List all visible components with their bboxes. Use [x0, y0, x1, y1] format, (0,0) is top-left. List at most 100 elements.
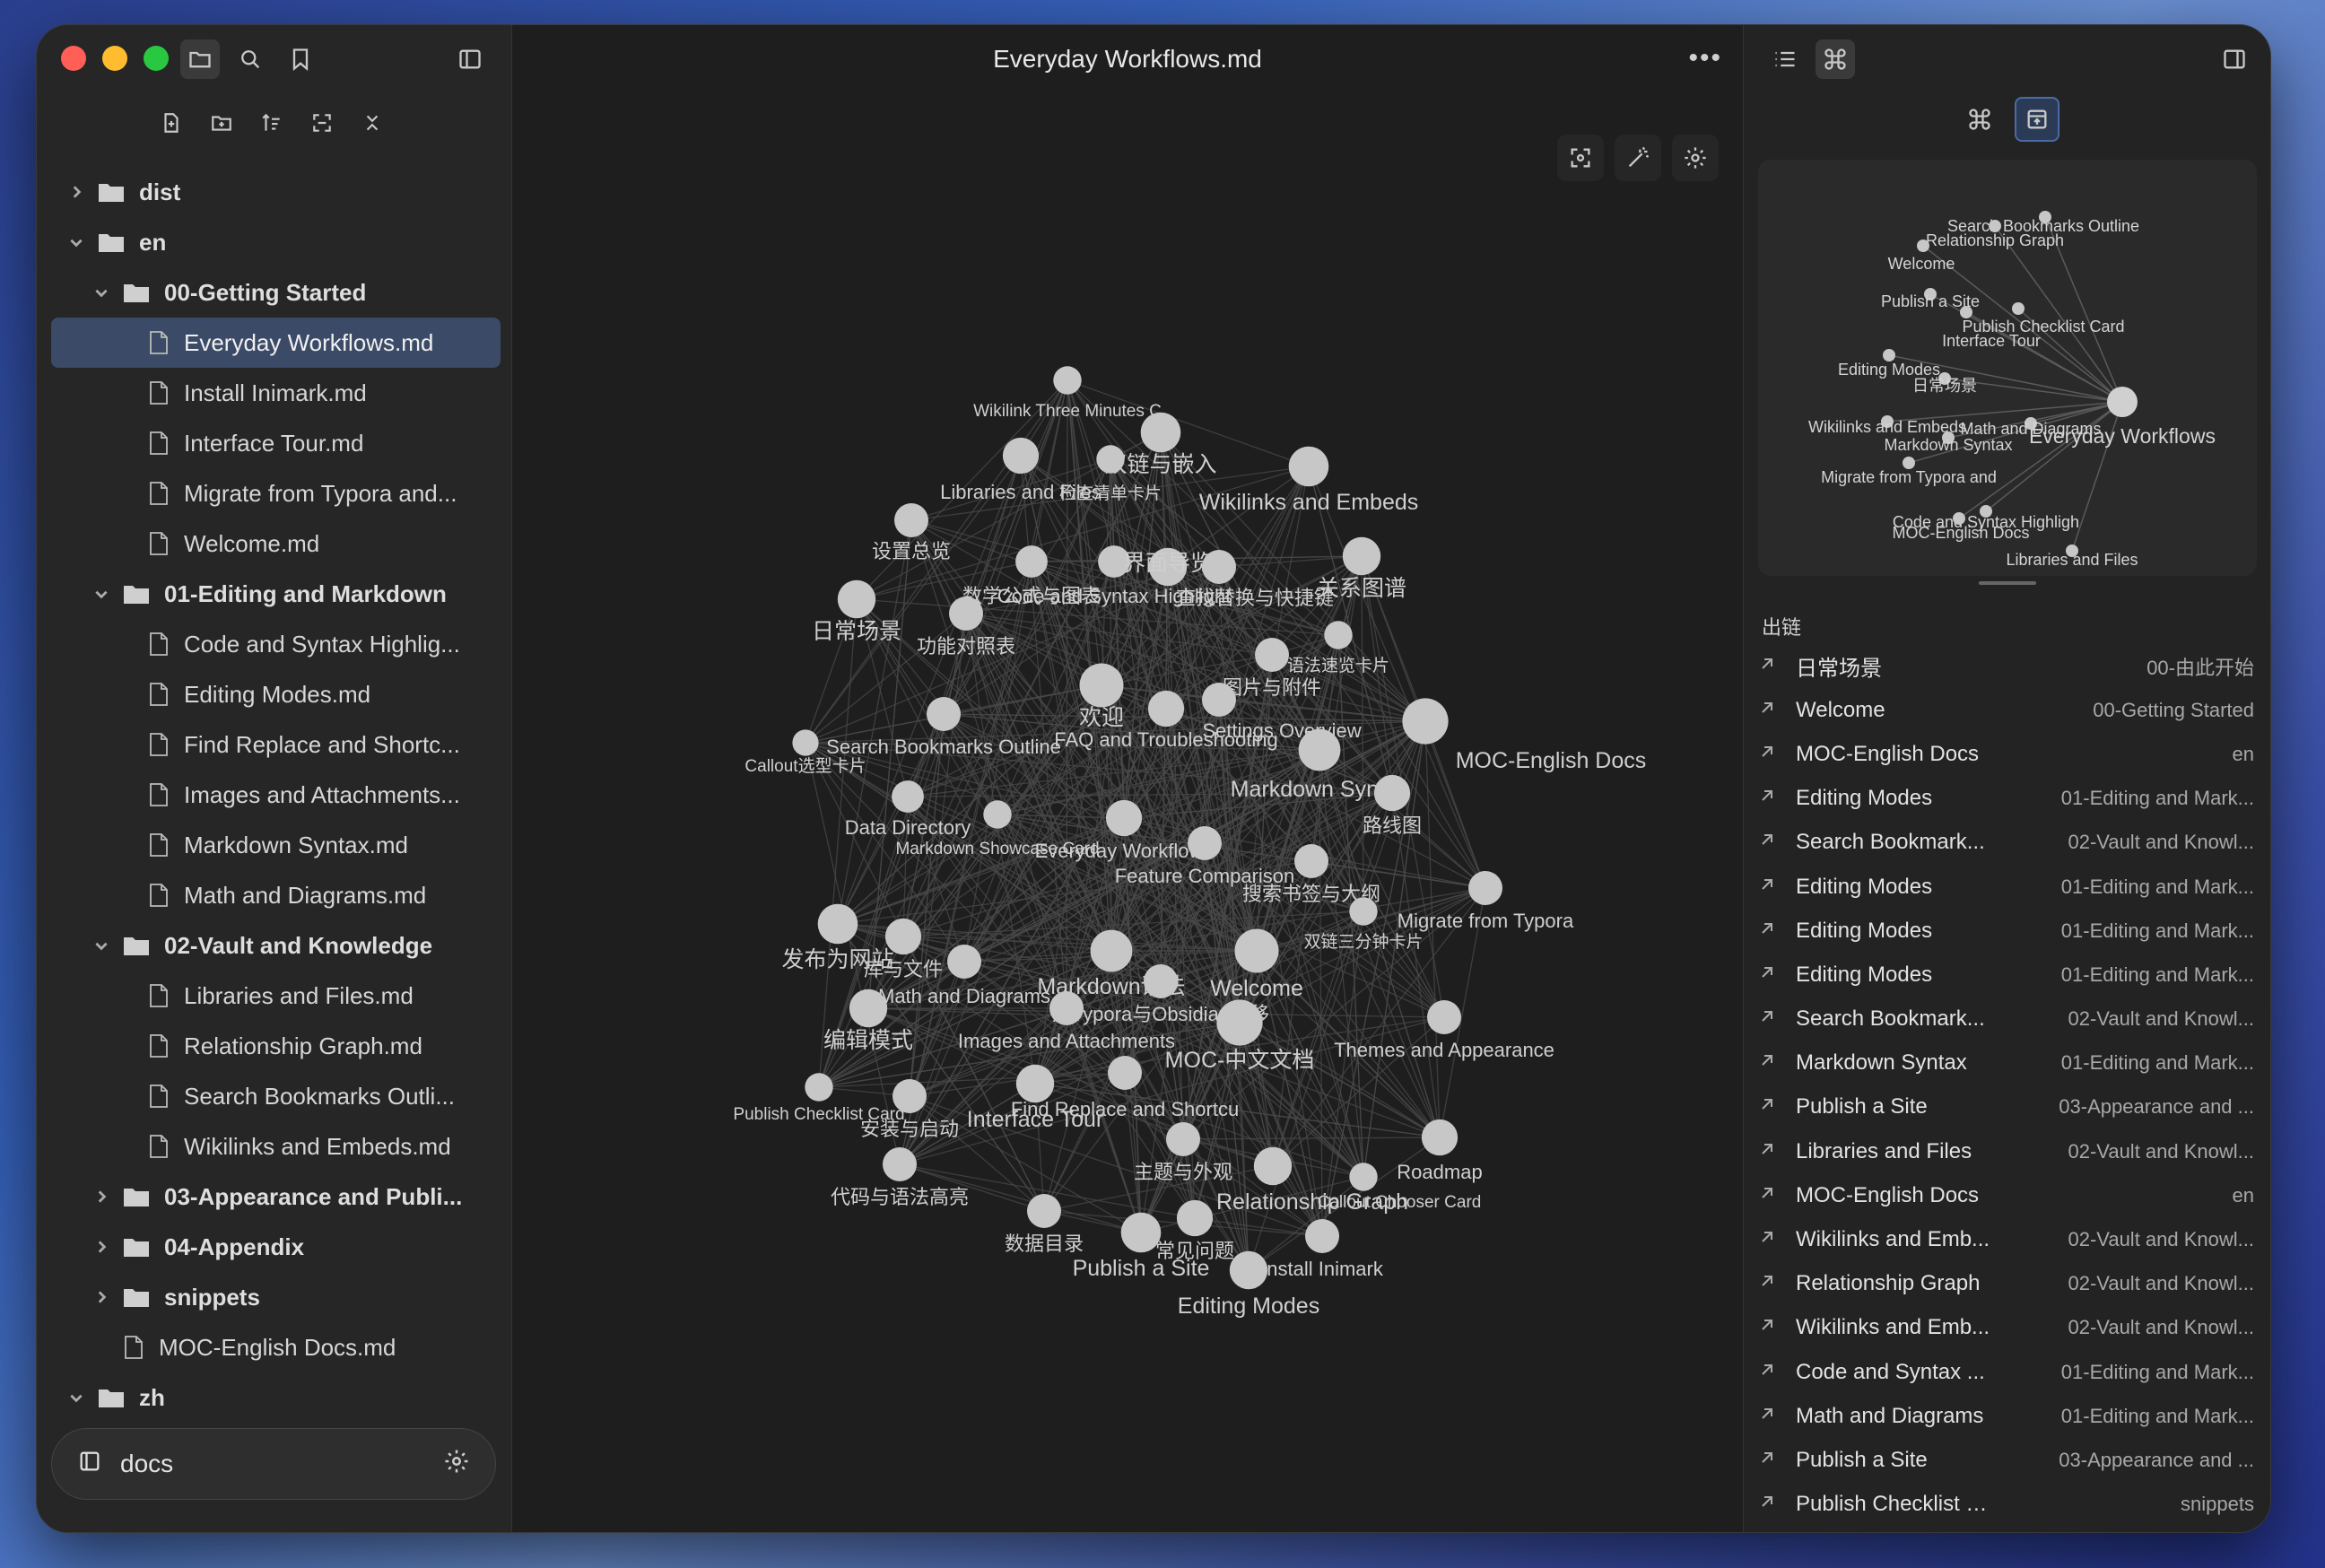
- graph-node-dot[interactable]: [1166, 1122, 1200, 1156]
- links-tab-button[interactable]: [1816, 39, 1855, 79]
- tree-folder[interactable]: 02-Vault and Knowledge: [51, 920, 501, 971]
- local-graph-toggle-button[interactable]: [1957, 97, 2002, 142]
- tree-file[interactable]: Everyday Workflows.md: [51, 318, 501, 368]
- local-graph-node[interactable]: [1953, 512, 1965, 525]
- chevron-right-icon[interactable]: [92, 1239, 110, 1255]
- local-graph-node[interactable]: [1989, 220, 2001, 232]
- chevron-down-icon[interactable]: [92, 586, 110, 602]
- local-graph-node[interactable]: [1903, 457, 1915, 469]
- graph-node-dot[interactable]: [1255, 638, 1289, 672]
- outlink-item[interactable]: MOC-English Docs en: [1758, 732, 2254, 776]
- graph-node[interactable]: Wikilinks and Embeds: [1199, 446, 1419, 515]
- outlink-item[interactable]: Editing Modes 01-Editing and Mark...: [1758, 865, 2254, 909]
- chevron-down-icon[interactable]: [67, 234, 85, 250]
- outlink-item[interactable]: Wikilinks and Emb... 02-Vault and Knowl..…: [1758, 1217, 2254, 1261]
- graph-node-dot[interactable]: [792, 729, 819, 756]
- outlink-item[interactable]: Markdown Syntax 01-Editing and Mark...: [1758, 1041, 2254, 1085]
- outlink-item[interactable]: 日常场景 00-由此开始: [1758, 644, 2254, 688]
- outlink-item[interactable]: Search Bookmark... 02-Vault and Knowl...: [1758, 997, 2254, 1041]
- tree-file[interactable]: Math and Diagrams.md: [51, 870, 501, 920]
- outlink-item[interactable]: Publish a Site 03-Appearance and ...: [1758, 1438, 2254, 1482]
- magic-layout-button[interactable]: [1615, 135, 1661, 181]
- chevron-down-icon[interactable]: [92, 937, 110, 954]
- tree-folder[interactable]: zh: [51, 1372, 501, 1423]
- graph-node-dot[interactable]: [1140, 412, 1181, 453]
- graph-node[interactable]: 数据目录: [1005, 1194, 1084, 1255]
- more-options-button[interactable]: •••: [1688, 43, 1722, 74]
- graph-node-dot[interactable]: [1015, 1064, 1055, 1103]
- tree-file[interactable]: Find Replace and Shortc...: [51, 719, 501, 770]
- graph-node-dot[interactable]: [1294, 844, 1328, 878]
- graph-settings-button[interactable]: [1672, 135, 1719, 181]
- graph-node[interactable]: 关系图谱: [1317, 536, 1406, 601]
- graph-node-dot[interactable]: [837, 579, 876, 619]
- graph-node-dot[interactable]: [1253, 1146, 1293, 1186]
- graph-node-dot[interactable]: [1349, 1163, 1378, 1191]
- tree-file[interactable]: Images and Attachments...: [51, 770, 501, 820]
- tree-folder[interactable]: 04-Appendix: [51, 1222, 501, 1272]
- files-tab-button[interactable]: [180, 39, 220, 79]
- graph-node-dot[interactable]: [1049, 991, 1084, 1025]
- graph-node-dot[interactable]: [849, 989, 888, 1028]
- outlink-item[interactable]: Publish a Site 03-Appearance and ...: [1758, 1085, 2254, 1129]
- graph-node-dot[interactable]: [894, 503, 928, 537]
- graph-node-dot[interactable]: [1027, 1194, 1061, 1228]
- graph-node-dot[interactable]: [1373, 774, 1411, 812]
- graph-node-dot[interactable]: [883, 1147, 917, 1181]
- close-window-button[interactable]: [61, 46, 86, 71]
- tree-folder[interactable]: 03-Appearance and Publi...: [51, 1172, 501, 1222]
- tree-file[interactable]: Relationship Graph.md: [51, 1021, 501, 1071]
- graph-node-dot[interactable]: [1147, 690, 1185, 727]
- vault-switcher[interactable]: docs: [51, 1428, 496, 1500]
- outlink-item[interactable]: Welcome 00-Getting Started: [1758, 688, 2254, 732]
- tree-file[interactable]: Code and Syntax Highlig...: [51, 619, 501, 669]
- graph-node-dot[interactable]: [947, 945, 981, 979]
- outlink-item[interactable]: Code and Syntax ... 01-Editing and Mark..…: [1758, 1350, 2254, 1394]
- graph-node-dot[interactable]: [1202, 683, 1236, 717]
- outlink-item[interactable]: Editing Modes 01-Editing and Mark...: [1758, 953, 2254, 997]
- outlink-item[interactable]: MOC-English Docs en: [1758, 1173, 2254, 1217]
- graph-node-dot[interactable]: [1108, 1056, 1142, 1090]
- graph-node[interactable]: Install Inimark: [1261, 1219, 1384, 1280]
- graph-node-dot[interactable]: [949, 597, 983, 631]
- graph-node-dot[interactable]: [1202, 550, 1236, 584]
- global-graph-canvas[interactable]: Wikilink Three Minutes CLibraries and Fi…: [513, 25, 1742, 1533]
- outlink-item[interactable]: Editing Modes 01-Editing and Mark...: [1758, 777, 2254, 821]
- graph-node-dot[interactable]: [1216, 999, 1263, 1046]
- graph-node-dot[interactable]: [1421, 1119, 1459, 1156]
- tree-folder[interactable]: en: [51, 217, 501, 267]
- zoom-window-button[interactable]: [144, 46, 169, 71]
- graph-node-dot[interactable]: [1188, 826, 1222, 860]
- sort-button[interactable]: [252, 103, 292, 143]
- graph-node-dot[interactable]: [1402, 698, 1449, 745]
- toggle-right-sidebar-button[interactable]: [2215, 39, 2254, 79]
- tree-file[interactable]: Search Bookmarks Outli...: [51, 1071, 501, 1121]
- outlink-item[interactable]: Editing Modes 01-Editing and Mark...: [1758, 909, 2254, 953]
- tree-file[interactable]: Install Inimark.md: [51, 368, 501, 418]
- toggle-left-sidebar-button[interactable]: [450, 39, 490, 79]
- vault-settings-button[interactable]: [443, 1448, 470, 1481]
- graph-node[interactable]: Search Bookmarks Outline: [826, 697, 1061, 758]
- chevron-right-icon[interactable]: [92, 1289, 110, 1305]
- outlink-item[interactable]: Search Bookmark... 02-Vault and Knowl...: [1758, 821, 2254, 865]
- graph-node-dot[interactable]: [817, 903, 858, 945]
- chevron-down-icon[interactable]: [92, 284, 110, 301]
- outlink-item[interactable]: Math and Diagrams 01-Editing and Mark...: [1758, 1394, 2254, 1438]
- graph-node-dot[interactable]: [1349, 897, 1378, 926]
- local-graph-center-node[interactable]: [2107, 387, 2138, 417]
- outlink-item[interactable]: Publish Checklist Card snippets: [1758, 1483, 2254, 1527]
- graph-node[interactable]: Publish Checklist Card: [733, 1073, 905, 1124]
- outlink-item[interactable]: Wikilinks and Emb... 02-Vault and Knowl..…: [1758, 1306, 2254, 1350]
- graph-node-dot[interactable]: [1288, 446, 1329, 487]
- outlink-item[interactable]: Libraries and Files 02-Vault and Knowl...: [1758, 1129, 2254, 1173]
- tree-file[interactable]: Migrate from Typora and...: [51, 468, 501, 518]
- local-graph-node[interactable]: [1883, 349, 1895, 362]
- local-graph-node[interactable]: [1960, 306, 1972, 318]
- new-file-button[interactable]: [152, 103, 191, 143]
- graph-node-dot[interactable]: [1305, 1219, 1339, 1253]
- graph-node[interactable]: Themes and Appearance: [1334, 1000, 1554, 1061]
- graph-node-dot[interactable]: [1176, 1199, 1214, 1237]
- graph-node-dot[interactable]: [1427, 1000, 1461, 1034]
- graph-node-dot[interactable]: [1144, 964, 1178, 998]
- graph-node-dot[interactable]: [1096, 445, 1125, 474]
